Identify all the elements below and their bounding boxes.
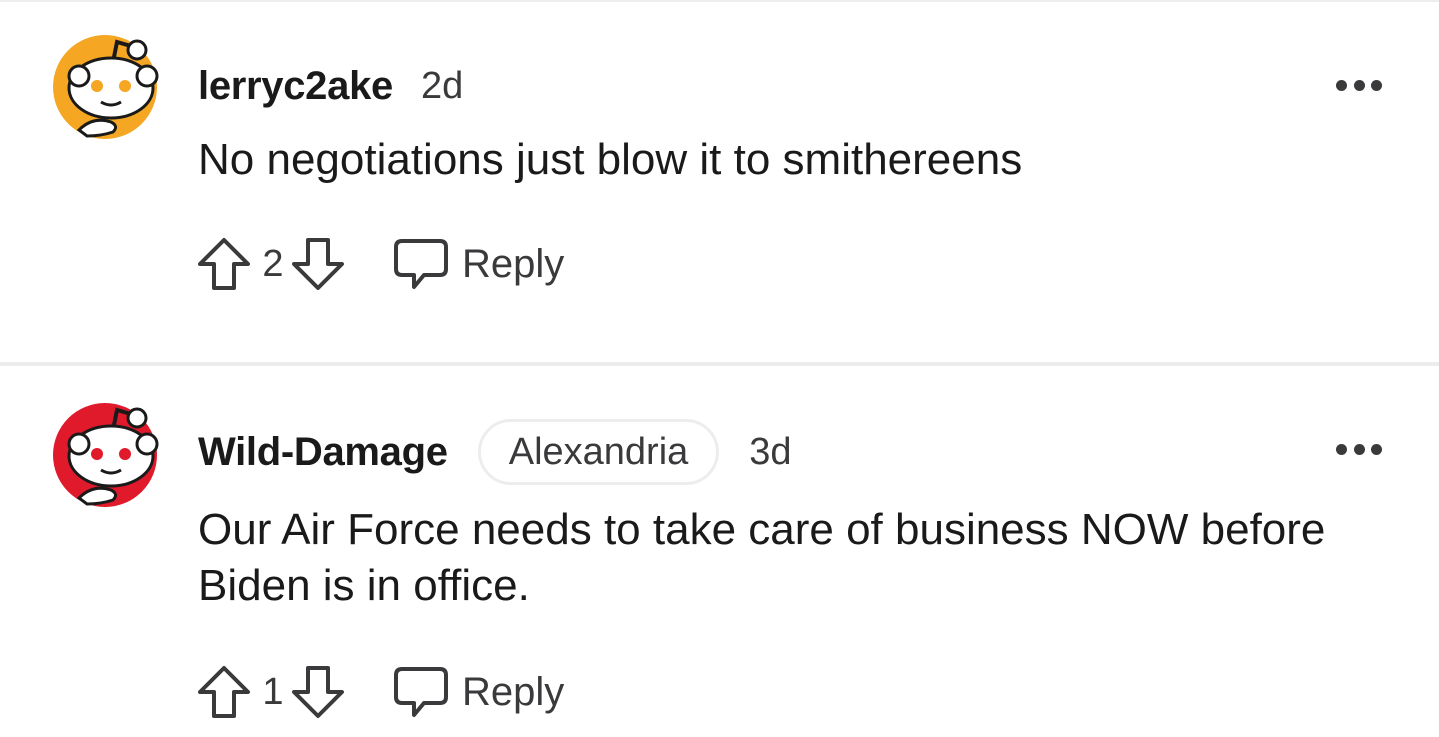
comment: lerryc2ake 2d No negotiations just blow … bbox=[0, 0, 1439, 362]
comment-header: lerryc2ake 2d bbox=[198, 58, 463, 114]
comment: Wild-Damage Alexandria 3d Our Air Force … bbox=[0, 366, 1439, 737]
downvote-arrow-icon bbox=[292, 666, 344, 718]
downvote-button[interactable] bbox=[288, 662, 348, 722]
username[interactable]: Wild-Damage bbox=[198, 430, 448, 475]
snoo-avatar-icon bbox=[53, 35, 159, 139]
reply-button[interactable]: Reply bbox=[392, 237, 564, 291]
comment-timestamp: 2d bbox=[420, 64, 464, 107]
downvote-arrow-icon bbox=[292, 238, 344, 290]
comment-body: No negotiations just blow it to smithere… bbox=[198, 135, 1023, 184]
comment-body: Our Air Force needs to take care of busi… bbox=[198, 505, 1326, 610]
speech-bubble-icon bbox=[394, 667, 448, 717]
comment-actions: 2 Reply bbox=[194, 231, 564, 297]
reply-label: Reply bbox=[462, 669, 565, 714]
vote-score: 1 bbox=[262, 670, 284, 713]
more-options-button[interactable] bbox=[1336, 78, 1382, 92]
upvote-arrow-icon bbox=[198, 238, 250, 290]
username[interactable]: lerryc2ake bbox=[198, 64, 393, 109]
more-options-button[interactable] bbox=[1336, 442, 1382, 456]
downvote-button[interactable] bbox=[288, 234, 348, 294]
more-options-icon bbox=[1336, 79, 1347, 91]
user-avatar[interactable] bbox=[53, 400, 163, 510]
speech-bubble-icon bbox=[394, 239, 448, 289]
snoo-avatar-icon bbox=[53, 403, 159, 507]
reply-label: Reply bbox=[462, 241, 565, 286]
upvote-button[interactable] bbox=[194, 234, 254, 294]
vote-score: 2 bbox=[262, 242, 284, 285]
comment-actions: 1 Reply bbox=[194, 659, 564, 725]
user-flair: Alexandria bbox=[477, 419, 720, 485]
more-options-icon bbox=[1336, 443, 1347, 455]
user-avatar[interactable] bbox=[53, 32, 163, 142]
upvote-arrow-icon bbox=[198, 666, 250, 718]
comment-timestamp: 3d bbox=[749, 430, 792, 473]
upvote-button[interactable] bbox=[194, 662, 254, 722]
reply-button[interactable]: Reply bbox=[392, 665, 564, 719]
comment-header: Wild-Damage Alexandria 3d bbox=[198, 419, 792, 485]
